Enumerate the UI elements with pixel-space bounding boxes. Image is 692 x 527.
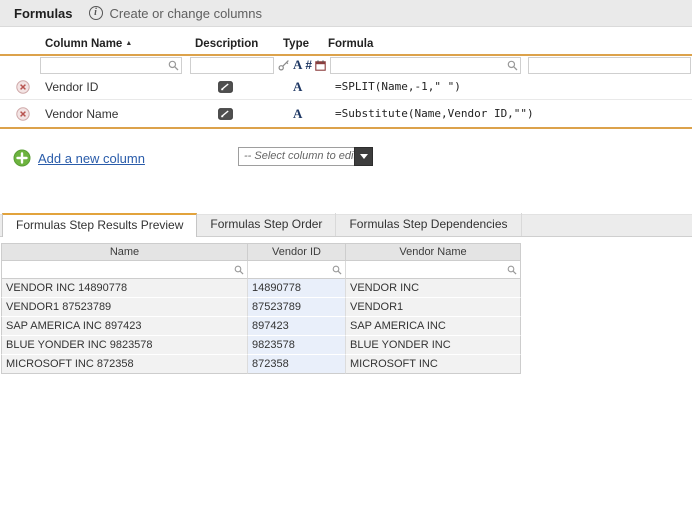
page-title: Formulas [14, 6, 73, 21]
table-cell: VENDOR1 87523789 [1, 298, 248, 317]
preview-header-vendor-id: Vendor ID [248, 243, 346, 261]
add-column-link[interactable]: Add a new column [38, 151, 145, 166]
preview-filter-vendor-id-input[interactable] [248, 263, 332, 277]
preview-filter-vendor-id [248, 261, 346, 279]
table-cell: SAP AMERICA INC [346, 317, 521, 336]
description-filter-input[interactable] [191, 59, 273, 72]
header-subtitle: Create or change columns [110, 6, 262, 21]
select-column-value[interactable]: -- Select column to edit -- [238, 147, 354, 166]
column-header-name-label: Column Name [45, 38, 122, 50]
description-filter [190, 57, 274, 74]
table-cell: 14890778 [248, 279, 346, 298]
preview-header-name: Name [1, 243, 248, 261]
preview-filter-vendor-name-input[interactable] [346, 263, 507, 277]
select-column-dropdown[interactable]: -- Select column to edit -- [238, 147, 373, 166]
description-icon[interactable] [218, 81, 233, 93]
description-icon[interactable] [218, 108, 233, 120]
formulas-panel: Formulas i Create or change columns Colu… [0, 0, 692, 527]
column-header-name[interactable]: Column Name▲ [45, 38, 132, 50]
results-preview-table: Name Vendor ID Vendor Name VENDOR INC 14… [1, 243, 521, 374]
column-name-cell[interactable]: Vendor ID [45, 74, 98, 100]
tab-step-order[interactable]: Formulas Step Order [197, 213, 336, 236]
add-column-icon[interactable] [13, 149, 31, 167]
header-bar: Formulas i Create or change columns [0, 0, 692, 27]
formula-cell[interactable]: =SPLIT(Name,-1," ") [335, 74, 461, 100]
type-filter-icons: A # [278, 56, 326, 74]
column-name-filter [40, 57, 182, 74]
table-cell: VENDOR1 [346, 298, 521, 317]
column-header-description[interactable]: Description [195, 38, 258, 50]
sort-asc-icon: ▲ [125, 40, 132, 47]
table-cell: 872358 [248, 355, 346, 374]
table-cell: MICROSOFT INC 872358 [1, 355, 248, 374]
delete-row-icon[interactable] [16, 107, 30, 121]
type-cell[interactable]: A [293, 74, 302, 100]
column-header-type[interactable]: Type [283, 38, 309, 50]
table-cell: VENDOR INC [346, 279, 521, 298]
key-icon[interactable] [278, 59, 290, 71]
table-cell: BLUE YONDER INC 9823578 [1, 336, 248, 355]
formula-filter [330, 57, 521, 74]
formula-row-vendor-name: Vendor Name A =Substitute(Name,Vendor ID… [0, 101, 692, 127]
tab-results-preview[interactable]: Formulas Step Results Preview [2, 213, 197, 237]
preview-filter-vendor-name [346, 261, 521, 279]
formula-filter-input[interactable] [331, 59, 507, 72]
table-row: MICROSOFT INC 872358 872358 MICROSOFT IN… [1, 355, 521, 374]
column-header-formula[interactable]: Formula [328, 38, 373, 50]
tab-step-dependencies[interactable]: Formulas Step Dependencies [336, 213, 521, 236]
extra-filter [528, 57, 691, 74]
grid-top-accent-line [0, 54, 692, 56]
preview-filter-name-input[interactable] [2, 263, 234, 277]
table-cell: SAP AMERICA INC 897423 [1, 317, 248, 336]
search-icon [507, 265, 517, 275]
preview-filter-row [1, 261, 521, 279]
search-icon [507, 60, 518, 71]
table-row: VENDOR1 87523789 87523789 VENDOR1 [1, 298, 521, 317]
search-icon [234, 265, 244, 275]
calendar-icon[interactable] [315, 60, 326, 71]
preview-header-row: Name Vendor ID Vendor Name [1, 243, 521, 261]
chevron-down-icon [360, 154, 368, 159]
dropdown-button[interactable] [354, 147, 373, 166]
type-cell[interactable]: A [293, 101, 302, 127]
table-cell: 87523789 [248, 298, 346, 317]
info-icon: i [89, 6, 103, 20]
table-row: SAP AMERICA INC 897423 897423 SAP AMERIC… [1, 317, 521, 336]
grid-bottom-accent-line [0, 127, 692, 129]
text-type-filter-icon[interactable]: A [293, 57, 302, 73]
table-cell: 897423 [248, 317, 346, 336]
preview-header-vendor-name: Vendor Name [346, 243, 521, 261]
delete-row-icon[interactable] [16, 80, 30, 94]
search-icon [332, 265, 342, 275]
table-cell: MICROSOFT INC [346, 355, 521, 374]
table-cell: BLUE YONDER INC [346, 336, 521, 355]
column-name-filter-input[interactable] [41, 59, 168, 72]
table-row: BLUE YONDER INC 9823578 9823578 BLUE YON… [1, 336, 521, 355]
extra-filter-input[interactable] [529, 59, 690, 72]
table-cell: VENDOR INC 14890778 [1, 279, 248, 298]
formula-row-vendor-id: Vendor ID A =SPLIT(Name,-1," ") [0, 74, 692, 100]
formula-cell[interactable]: =Substitute(Name,Vendor ID,"") [335, 101, 534, 127]
column-name-cell[interactable]: Vendor Name [45, 101, 118, 127]
number-type-filter-icon[interactable]: # [305, 58, 312, 72]
search-icon [168, 60, 179, 71]
table-row: VENDOR INC 14890778 14890778 VENDOR INC [1, 279, 521, 298]
bottom-tab-strip: Formulas Step Results Preview Formulas S… [0, 214, 692, 237]
table-cell: 9823578 [248, 336, 346, 355]
preview-filter-name [1, 261, 248, 279]
